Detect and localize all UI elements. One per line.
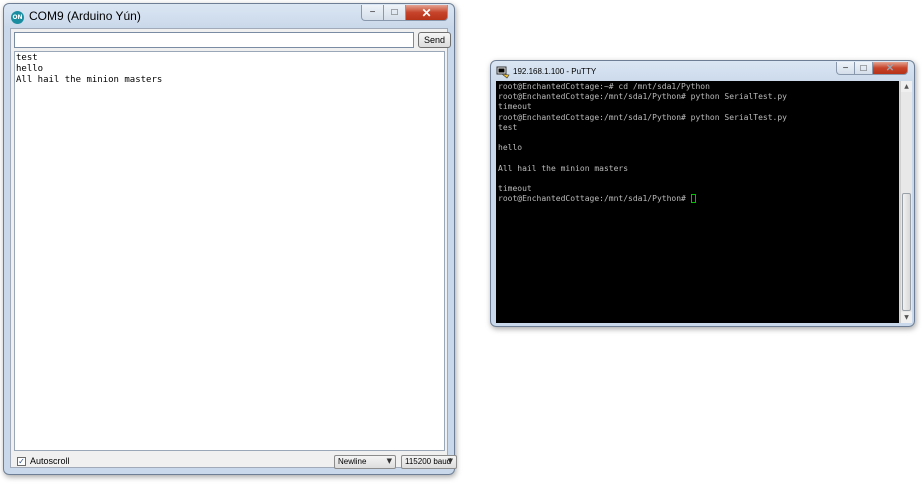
scroll-down-icon[interactable]: ▼ xyxy=(901,312,912,323)
terminal-line: hello xyxy=(498,143,523,153)
putty-window-controls: − □ ✕ xyxy=(836,62,908,79)
terminal-scrollbar[interactable]: ▲ ▼ xyxy=(900,81,912,323)
maximize-icon[interactable]: □ xyxy=(855,62,873,75)
close-icon[interactable]: ✕ xyxy=(406,5,448,21)
arduino-app-icon: ON xyxy=(11,11,24,24)
arduino-serial-monitor-window: ON COM9 (Arduino Yún) − □ ✕ Send test he… xyxy=(3,3,457,475)
terminal-cursor xyxy=(690,194,696,204)
baud-rate-value: 115200 baud xyxy=(405,457,452,466)
scroll-up-icon[interactable]: ▲ xyxy=(901,81,912,92)
terminal-line: root@EnchantedCottage:~# cd /mnt/sda1/Py… xyxy=(498,82,710,91)
autoscroll-checkbox[interactable]: ✓ xyxy=(17,457,26,466)
putty-icon xyxy=(496,66,510,79)
minimize-icon[interactable]: − xyxy=(361,5,384,21)
serial-output-line: All hail the minion masters xyxy=(16,75,163,85)
terminal-line: All hail the minion masters xyxy=(498,163,629,173)
terminal-line: root@EnchantedCottage:/mnt/sda1/Python# … xyxy=(498,112,787,122)
chevron-down-icon: ▼ xyxy=(386,457,392,465)
serial-output-line: test xyxy=(16,53,38,63)
autoscroll-label[interactable]: Autoscroll xyxy=(30,456,70,466)
arduino-window-title: COM9 (Arduino Yún) xyxy=(29,9,141,23)
maximize-icon[interactable]: □ xyxy=(384,5,406,21)
putty-window: 192.168.1.100 - PuTTY − □ ✕ root@Enchant… xyxy=(490,60,915,327)
serial-monitor-statusbar: ✓ Autoscroll Newline ▼ 115200 baud ▼ xyxy=(14,454,457,470)
serial-output-area[interactable]: test hello All hail the minion masters xyxy=(14,51,445,451)
send-button[interactable]: Send xyxy=(418,32,451,48)
serial-output-line: hello xyxy=(16,64,44,74)
putty-terminal[interactable]: root@EnchantedCottage:~# cd /mnt/sda1/Py… xyxy=(496,81,899,323)
terminal-prompt-line: root@EnchantedCottage:/mnt/sda1/Python# xyxy=(498,194,899,204)
minimize-icon[interactable]: − xyxy=(836,62,855,75)
close-icon[interactable]: ✕ xyxy=(873,62,908,75)
line-ending-value: Newline xyxy=(338,457,367,466)
scrollbar-thumb[interactable] xyxy=(902,193,911,311)
terminal-line: test xyxy=(498,122,518,132)
terminal-line: timeout xyxy=(498,102,532,112)
terminal-line: timeout xyxy=(498,183,532,193)
putty-window-title: 192.168.1.100 - PuTTY xyxy=(513,67,597,76)
chevron-down-icon: ▼ xyxy=(447,457,453,465)
arduino-window-controls: − □ ✕ xyxy=(361,5,448,22)
arduino-titlebar[interactable]: ON COM9 (Arduino Yún) − □ ✕ xyxy=(4,4,454,30)
serial-send-input[interactable] xyxy=(14,32,414,48)
putty-terminal-icon xyxy=(496,66,510,79)
terminal-prompt: root@EnchantedCottage:/mnt/sda1/Python# xyxy=(498,194,691,204)
terminal-line: root@EnchantedCottage:/mnt/sda1/Python# … xyxy=(498,92,787,102)
serial-monitor-client: Send test hello All hail the minion mast… xyxy=(10,28,457,470)
line-ending-select[interactable]: Newline ▼ xyxy=(334,455,396,469)
baud-rate-select[interactable]: 115200 baud ▼ xyxy=(401,455,457,469)
